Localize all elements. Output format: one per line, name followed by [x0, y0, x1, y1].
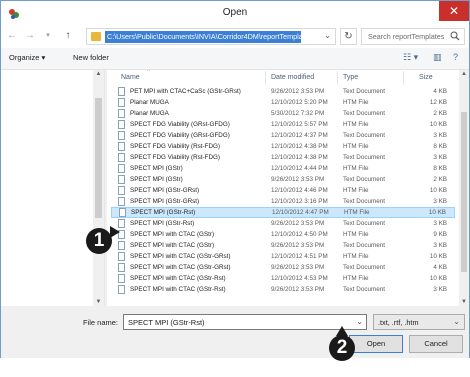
- nav-scroll-thumb[interactable]: [95, 98, 102, 218]
- refresh-icon[interactable]: ↻: [340, 28, 357, 45]
- column-header: Name ^ Date modified Type Size: [107, 70, 459, 86]
- folder-icon: [91, 32, 101, 41]
- file-icon: [118, 285, 125, 294]
- close-button[interactable]: ✕: [439, 1, 469, 21]
- open-dialog: Open ✕ ← → ▾ ↑ C:\Users\Public\Documents…: [0, 0, 470, 358]
- callout-one: 1: [86, 228, 112, 254]
- chevron-down-icon[interactable]: ⌄: [453, 317, 460, 326]
- list-item[interactable]: SPECT MPI with CTAC (GStr-GRst) 12/10/201…: [111, 251, 455, 262]
- list-item[interactable]: PET MPI with CTAC+CaSc (GStr-GRst) 9/26/2…: [111, 86, 455, 97]
- file-icon: [118, 197, 125, 206]
- file-icon: [118, 142, 125, 151]
- help-icon[interactable]: ?: [453, 52, 458, 62]
- scroll-down-icon[interactable]: ▼: [93, 299, 104, 305]
- list-item[interactable]: Planar MUGA 5/30/2012 7:32 PM Text Documen…: [111, 108, 455, 119]
- chevron-down-icon[interactable]: ⌄: [356, 317, 363, 326]
- file-icon: [118, 98, 125, 107]
- search-icon: [450, 31, 460, 41]
- address-path: C:\Users\Public\Documents\INVIA\Corridor…: [105, 31, 301, 43]
- list-item[interactable]: SPECT MPI (GStr-GRst) 12/10/2012 3:16 PM T…: [111, 196, 455, 207]
- scroll-up-icon[interactable]: ▲: [93, 71, 104, 77]
- list-item[interactable]: SPECT MPI with CTAC (GStr-GRst) 9/26/2012…: [111, 262, 455, 273]
- file-type-value: .txt, .rtf, .htm: [378, 318, 419, 327]
- file-list: Name ^ Date modified Type Size PET MPI w…: [107, 70, 459, 306]
- col-name[interactable]: Name: [121, 74, 140, 81]
- list-item[interactable]: SPECT FDG Viability (GRst-GFDG) 12/10/201…: [111, 119, 455, 130]
- chevron-down-icon[interactable]: ⌄: [324, 31, 331, 40]
- search-placeholder: Search reportTemplates: [368, 32, 445, 41]
- col-type[interactable]: Type: [343, 74, 358, 81]
- organize-button[interactable]: Organize ▾: [9, 53, 45, 62]
- divider[interactable]: [403, 71, 404, 85]
- col-size[interactable]: Size: [419, 74, 433, 81]
- file-icon: [118, 131, 125, 140]
- address-bar[interactable]: C:\Users\Public\Documents\INVIA\Corridor…: [86, 28, 336, 45]
- address-row: ← → ▾ ↑ C:\Users\Public\Documents\INVIA\…: [1, 26, 469, 48]
- callout-two: 2: [329, 335, 355, 361]
- list-item[interactable]: SPECT MPI with CTAC (GStr-Rst) 12/10/2012…: [111, 273, 455, 284]
- search-input[interactable]: Search reportTemplates: [361, 28, 465, 45]
- selected-list-item[interactable]: SPECT MPI (GStr-Rst) 12/10/2012 4:47 PM HT…: [111, 207, 455, 218]
- open-button[interactable]: Open: [349, 335, 403, 353]
- file-icon: [118, 164, 125, 173]
- command-bar: Organize ▾ New folder ☷ ▾ ▥ ?: [1, 48, 469, 70]
- scroll-down-icon[interactable]: ▼: [459, 299, 469, 305]
- list-item[interactable]: SPECT FDG Viability (Rst-FDG) 12/10/2012 …: [111, 141, 455, 152]
- list-item[interactable]: SPECT MPI with CTAC (GStr-Rst) 9/26/2012 …: [111, 284, 455, 295]
- file-icon: [118, 120, 125, 129]
- file-icon: [118, 153, 125, 162]
- view-options-icon[interactable]: ☷ ▾: [403, 52, 418, 63]
- list-item[interactable]: SPECT MPI (GStr) 9/26/2012 3:53 PM Text Do…: [111, 174, 455, 185]
- filename-value: SPECT MPI (GStr-Rst): [128, 318, 205, 327]
- preview-pane-icon[interactable]: ▥: [433, 52, 442, 63]
- filename-label: File name:: [83, 318, 119, 327]
- list-item[interactable]: SPECT MPI (GStr-Rst) 9/26/2012 3:53 PM Tex…: [111, 218, 455, 229]
- list-item[interactable]: SPECT MPI (GStr) 12/10/2012 4:44 PM HTM Fi…: [111, 163, 455, 174]
- file-icon: [118, 87, 125, 96]
- forward-arrow-icon[interactable]: →: [23, 29, 37, 43]
- col-date[interactable]: Date modified: [271, 74, 314, 81]
- back-arrow-icon[interactable]: ←: [5, 29, 19, 43]
- new-folder-button[interactable]: New folder: [73, 53, 109, 62]
- sort-ascending-icon: ^: [147, 70, 150, 75]
- file-list-scroll-thumb[interactable]: [461, 112, 467, 272]
- file-icon: [119, 208, 126, 217]
- file-icon: [118, 175, 125, 184]
- window-title: Open: [222, 7, 248, 18]
- file-icon: [118, 186, 125, 195]
- divider[interactable]: [337, 71, 338, 85]
- list-item[interactable]: SPECT FDG Viability (GRst-GFDG) 12/10/201…: [111, 130, 455, 141]
- nav-scrollbar[interactable]: ▲ ▼: [93, 70, 104, 306]
- cancel-button[interactable]: Cancel: [409, 335, 463, 353]
- list-item[interactable]: Planar MUGA 12/10/2012 5:20 PM HTM File 12 …: [111, 97, 455, 108]
- file-icon: [118, 241, 125, 250]
- scroll-up-icon[interactable]: ▲: [459, 71, 469, 77]
- file-list-scrollbar[interactable]: ▲ ▼: [459, 70, 469, 306]
- dialog-footer: File name: SPECT MPI (GStr-Rst) ⌄ .txt, …: [1, 306, 469, 358]
- title-bar: Open ✕: [1, 1, 469, 26]
- list-item[interactable]: SPECT MPI with CTAC (GStr) 12/10/2012 4:5…: [111, 229, 455, 240]
- divider[interactable]: [265, 71, 266, 85]
- file-icon: [118, 252, 125, 261]
- recent-dropdown-icon[interactable]: ▾: [41, 29, 55, 43]
- list-item[interactable]: SPECT MPI (GStr-GRst) 12/10/2012 4:46 PM H…: [111, 185, 455, 196]
- navigation-pane[interactable]: ▲ ▼: [1, 70, 105, 306]
- up-arrow-icon[interactable]: ↑: [61, 29, 75, 43]
- file-icon: [118, 109, 125, 118]
- file-icon: [118, 274, 125, 283]
- list-item[interactable]: SPECT MPI with CTAC (GStr) 9/26/2012 3:53…: [111, 240, 455, 251]
- list-item[interactable]: SPECT FDG Viability (Rst-FDG) 12/10/2012 …: [111, 152, 455, 163]
- file-type-select[interactable]: .txt, .rtf, .htm ⌄: [373, 314, 465, 330]
- callout-one-pointer: [110, 226, 120, 238]
- file-icon: [118, 263, 125, 272]
- filename-field[interactable]: SPECT MPI (GStr-Rst) ⌄: [123, 314, 367, 330]
